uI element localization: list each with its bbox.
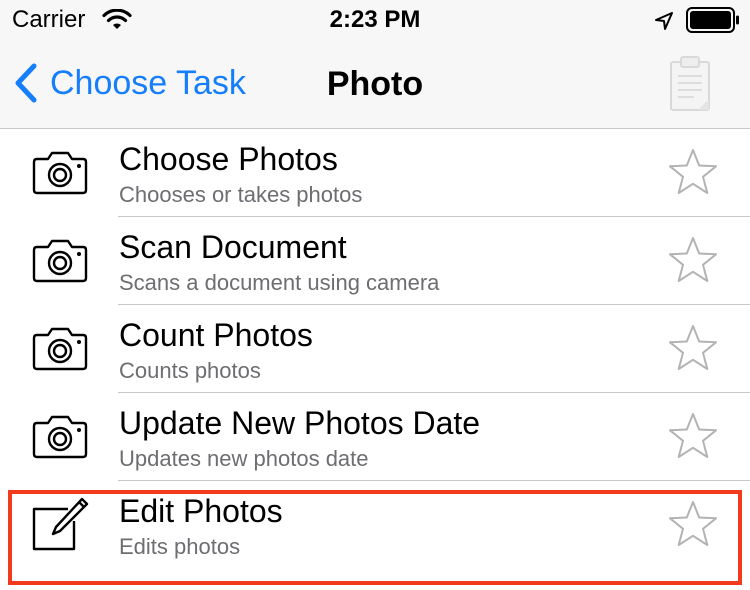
star-icon[interactable]	[668, 412, 718, 460]
task-list: Choose Photos Chooses or takes photos Sc…	[0, 129, 750, 569]
page-title: Photo	[326, 65, 424, 103]
battery-icon	[686, 7, 739, 33]
star-icon[interactable]	[668, 236, 718, 284]
task-subtitle: Scans a document using camera	[119, 270, 440, 295]
camera-icon	[32, 151, 88, 195]
task-row-count-photos[interactable]: Count Photos Counts photos	[0, 305, 750, 393]
task-title: Scan Document	[119, 229, 347, 265]
screen: Carrier 2:23 PM Choose Task Photo Choose…	[0, 0, 750, 590]
pencil-icon	[32, 497, 89, 551]
task-title: Choose Photos	[119, 141, 338, 177]
task-row-edit-photos[interactable]: Edit Photos Edits photos	[0, 481, 750, 569]
navigation-bar: Choose Task Photo	[0, 40, 750, 129]
star-icon[interactable]	[668, 148, 718, 196]
task-subtitle: Counts photos	[119, 358, 261, 383]
camera-icon	[32, 415, 88, 459]
location-arrow-icon	[655, 12, 673, 30]
status-time: 2:23 PM	[329, 6, 421, 33]
task-subtitle: Edits photos	[119, 534, 241, 559]
task-row-choose-photos[interactable]: Choose Photos Chooses or takes photos	[0, 129, 750, 217]
task-title: Count Photos	[119, 317, 313, 353]
star-icon[interactable]	[668, 500, 718, 548]
task-row-scan-document[interactable]: Scan Document Scans a document using cam…	[0, 217, 750, 305]
camera-icon	[32, 327, 88, 371]
camera-icon	[32, 239, 88, 283]
status-bar: Carrier 2:23 PM	[0, 0, 750, 40]
star-icon[interactable]	[668, 324, 718, 372]
task-subtitle: Chooses or takes photos	[119, 182, 363, 207]
clipboard-icon[interactable]	[668, 56, 712, 112]
task-title: Edit Photos	[119, 493, 283, 529]
task-subtitle: Updates new photos date	[119, 446, 369, 471]
task-title: Update New Photos Date	[119, 405, 481, 441]
task-row-update-new-photos-date[interactable]: Update New Photos Date Updates new photo…	[0, 393, 750, 481]
